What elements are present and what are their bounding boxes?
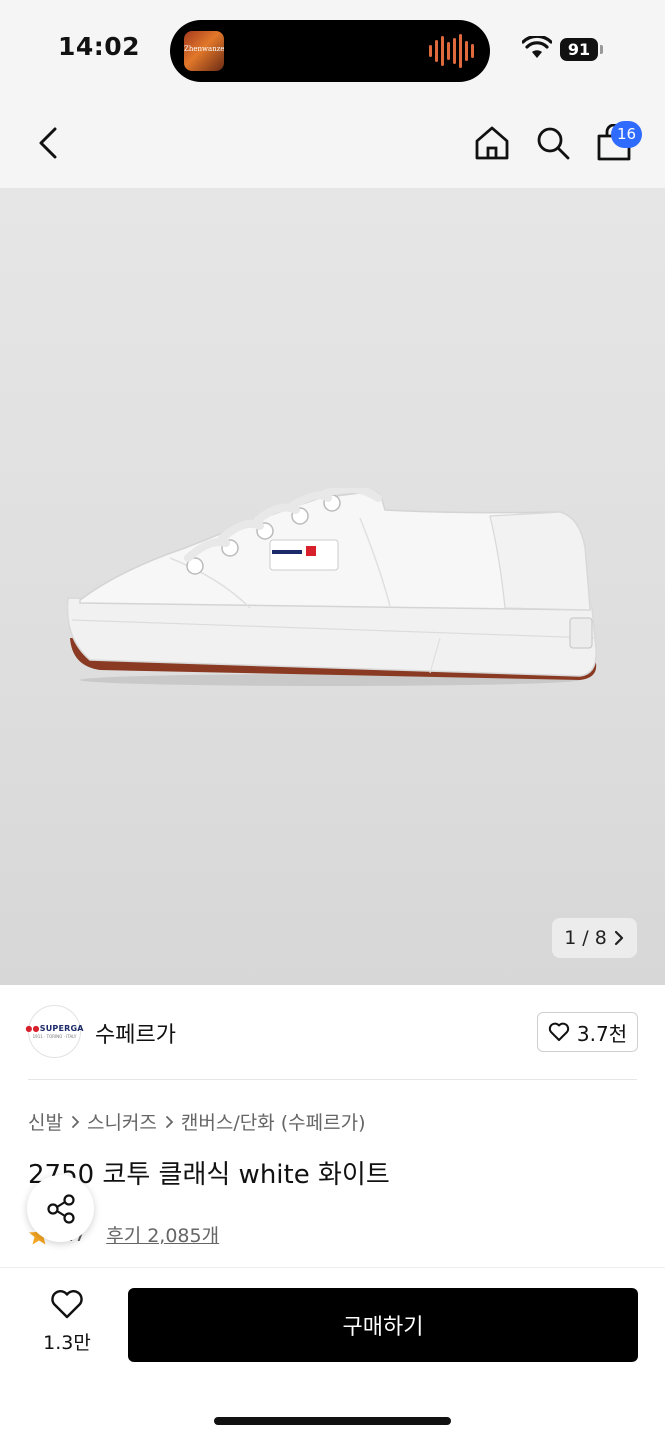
cart-count-badge: 16 — [611, 121, 642, 148]
pager-total: 8 — [594, 927, 607, 949]
back-button[interactable] — [25, 120, 71, 166]
chevron-left-icon — [39, 127, 57, 159]
battery-level: 91 — [567, 40, 591, 59]
brand-like-count: 3.7천 — [576, 1021, 628, 1046]
image-pager[interactable]: 1 / 8 — [552, 918, 637, 958]
wishlist-button[interactable]: 1.3만 — [36, 1290, 98, 1360]
divider — [28, 1079, 637, 1080]
dynamic-island[interactable]: Zhenwanzen — [170, 20, 490, 82]
search-icon — [537, 127, 570, 160]
home-icon — [475, 126, 509, 160]
reviews-link[interactable]: 후기 2,085개 — [106, 1221, 219, 1248]
chevron-right-icon — [614, 930, 623, 946]
pager-separator: / — [582, 927, 589, 949]
battery-tip — [600, 45, 603, 54]
now-playing-artwork-label: Zhenwanzen — [184, 45, 224, 53]
status-bar: 14:02 Zhenwanzen 91 — [0, 0, 665, 100]
buy-button[interactable]: 구매하기 — [128, 1288, 638, 1362]
wifi-icon — [522, 36, 552, 58]
heart-icon — [548, 1022, 570, 1041]
chevron-right-icon — [165, 1115, 174, 1128]
product-image-sneaker — [66, 488, 597, 686]
audio-waveform-icon — [429, 34, 474, 68]
breadcrumb-item[interactable]: 캔버스/단화 (수페르가) — [181, 1108, 366, 1135]
battery-icon: 91 — [560, 38, 598, 61]
home-indicator — [214, 1417, 451, 1425]
status-time: 14:02 — [58, 32, 141, 61]
chevron-right-icon — [72, 1115, 80, 1128]
brand-name[interactable]: 수페르가 — [95, 1017, 176, 1049]
product-image-gallery[interactable]: 1 / 8 — [0, 188, 665, 985]
pager-current: 1 — [564, 927, 577, 949]
brand-logo-text: ●●SUPERGA — [25, 1024, 84, 1033]
brand-like-button[interactable]: 3.7천 — [537, 1012, 638, 1052]
breadcrumb: 신발 스니커즈 캔버스/단화 (수페르가) — [28, 1108, 365, 1135]
home-button[interactable] — [469, 120, 515, 166]
brand-logo[interactable]: ●●SUPERGA 1911 · TORINO · ITALY — [25, 1005, 84, 1058]
breadcrumb-item[interactable]: 신발 — [28, 1108, 63, 1135]
share-icon — [46, 1193, 75, 1224]
breadcrumb-item[interactable]: 스니커즈 — [87, 1108, 157, 1135]
top-nav — [0, 100, 665, 188]
share-button[interactable] — [27, 1175, 94, 1242]
wishlist-count: 1.3만 — [43, 1332, 91, 1354]
now-playing-artwork: Zhenwanzen — [184, 31, 224, 71]
brand-logo-subtitle: 1911 · TORINO · ITALY — [32, 1034, 77, 1039]
heart-icon — [51, 1290, 83, 1319]
search-button[interactable] — [530, 120, 576, 166]
